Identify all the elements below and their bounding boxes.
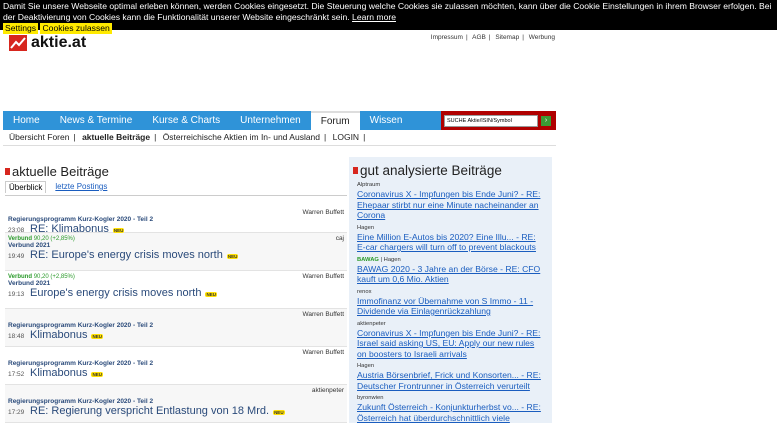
item-link[interactable]: Austria Börsenbrief, Frick und Konsorten… [357, 370, 546, 391]
item-link[interactable]: Eine Million E-Autos bis 2020? Eine Illu… [357, 232, 546, 253]
post-author[interactable]: caj [336, 235, 344, 242]
post-time: 19:13 [8, 291, 25, 298]
neu-badge: NEU [91, 372, 103, 377]
post-list: Warren Buffett Regierungsprogramm Kurz-K… [5, 195, 347, 423]
post-thread[interactable]: Verbund 2021 [8, 242, 347, 249]
nav-forum[interactable]: Forum [310, 111, 360, 130]
item-author[interactable]: renox [357, 288, 546, 296]
logo-text: aktie.at [31, 34, 87, 51]
item-ticker[interactable]: BAWAG [357, 257, 379, 263]
post-thread[interactable]: Regierungsprogramm Kurz-Kogler 2020 - Te… [8, 216, 347, 223]
item-link[interactable]: BAWAG 2020 - 3 Jahre an der Börse - RE: … [357, 264, 546, 285]
list-item[interactable]: caj Verbund 90,20 (+2,85%) Verbund 2021 … [5, 233, 347, 271]
nav-wissen[interactable]: Wissen [360, 111, 413, 130]
neu-badge: NEU [91, 334, 103, 339]
cookie-accept-button[interactable]: Cookies zulassen [40, 23, 112, 34]
nav-home[interactable]: Home [3, 111, 50, 130]
main-nav: Home News & Termine Kurse & Charts Unter… [3, 111, 556, 130]
post-title[interactable]: RE: Regierung verspricht Entlastung von … [30, 405, 269, 417]
list-item: byronwien Zukunft Österreich - Konjunktu… [349, 394, 552, 423]
post-time: 17:52 [8, 371, 25, 378]
neu-badge: NEU [205, 292, 217, 297]
list-item[interactable]: Warren Buffett Regierungsprogramm Kurz-K… [5, 347, 347, 385]
search-input[interactable] [444, 114, 538, 127]
list-item: Alptraum Coronavirus X - Impfungen bis E… [349, 181, 552, 221]
post-thread[interactable]: Regierungsprogramm Kurz-Kogler 2020 - Te… [8, 398, 347, 405]
post-author[interactable]: Warren Buffett [302, 273, 344, 280]
post-thread[interactable]: Regierungsprogramm Kurz-Kogler 2020 - Te… [8, 322, 347, 329]
toplink-sitemap[interactable]: Sitemap [495, 34, 519, 41]
post-title[interactable]: Klimabonus [30, 329, 87, 341]
item-author[interactable]: Alptraum [357, 181, 546, 189]
post-time: 18:48 [8, 333, 25, 340]
neu-badge: NEU [273, 410, 285, 415]
nav-news[interactable]: News & Termine [50, 111, 143, 130]
item-link[interactable]: Immofinanz vor Übernahme von S Immo - 11… [357, 296, 546, 317]
logo-chart-icon [9, 35, 27, 51]
post-title[interactable]: RE: Europe's energy crisis moves north [30, 249, 223, 261]
top-links: Impressum | AGB | Sitemap | Werbung [430, 34, 555, 41]
item-author[interactable]: Hagen [357, 362, 546, 370]
cookie-settings-button[interactable]: Settings [3, 23, 39, 34]
post-title[interactable]: Klimabonus [30, 367, 87, 379]
subnav-uebersicht[interactable]: Übersicht Foren [9, 132, 69, 142]
list-item[interactable]: Warren Buffett Verbund 90,20 (+2,85%) Ve… [5, 271, 347, 309]
post-author[interactable]: Warren Buffett [302, 311, 344, 318]
divider [3, 145, 556, 146]
post-time: 17:29 [8, 409, 25, 416]
list-item: renox Immofinanz vor Übernahme von S Imm… [349, 288, 552, 317]
post-author[interactable]: Warren Buffett [302, 349, 344, 356]
post-author[interactable]: aktienpeter [312, 387, 344, 394]
tab-ueberblick[interactable]: Überblick [5, 181, 47, 193]
search-go-icon[interactable]: › [541, 115, 551, 126]
post-time: 19:49 [8, 253, 25, 260]
list-item[interactable]: Warren Buffett Regierungsprogramm Kurz-K… [5, 309, 347, 347]
item-author[interactable]: Hagen [384, 257, 401, 263]
item-author-line: BAWAG | Hagen [357, 256, 401, 263]
item-author[interactable]: byronwien [357, 394, 546, 402]
post-thread[interactable]: Regierungsprogramm Kurz-Kogler 2020 - Te… [8, 360, 347, 367]
site-logo[interactable]: aktie.at [9, 34, 86, 52]
toplink-impressum[interactable]: Impressum [431, 34, 463, 41]
list-item[interactable]: aktienpeter Regierungsprogramm Kurz-Kogl… [5, 385, 347, 423]
subnav-aktuelle[interactable]: aktuelle Beiträge [82, 132, 150, 142]
search-box: › [441, 111, 556, 130]
list-item: aktienpeter Coronavirus X - Impfungen bi… [349, 320, 552, 360]
section-heading-aktuelle: aktuelle Beiträge [5, 164, 109, 179]
toplink-agb[interactable]: AGB [472, 34, 486, 41]
section-heading-gut-analysiert: gut analysierte Beiträge [353, 163, 552, 178]
list-item: Hagen Eine Million E-Autos bis 2020? Ein… [349, 224, 552, 253]
sub-nav: Übersicht Foren | aktuelle Beiträge | Öste… [9, 132, 366, 142]
item-link[interactable]: Coronavirus X - Impfungen bis Ende Juni?… [357, 328, 546, 360]
neu-badge: NEU [226, 254, 239, 259]
subnav-oesterreich[interactable]: Österreichische Aktien im In- und Auslan… [163, 132, 320, 142]
cookie-banner: Damit Sie unsere Webseite optimal erlebe… [0, 0, 777, 34]
heading-text: gut analysierte Beiträge [360, 163, 502, 178]
toplink-werbung[interactable]: Werbung [529, 34, 555, 41]
list-item[interactable]: Warren Buffett Regierungsprogramm Kurz-K… [5, 196, 347, 235]
item-author[interactable]: aktienpeter [357, 320, 546, 328]
tab-letzte-postings[interactable]: letzte Postings [52, 181, 110, 193]
subnav-login[interactable]: LOGIN [333, 132, 359, 142]
post-title[interactable]: Europe's energy crisis moves north [30, 287, 201, 299]
nav-kurse[interactable]: Kurse & Charts [142, 111, 230, 130]
nav-unternehmen[interactable]: Unternehmen [230, 111, 311, 130]
heading-marker-icon [5, 168, 10, 175]
heading-text: aktuelle Beiträge [12, 164, 109, 179]
item-link[interactable]: Coronavirus X - Impfungen bis Ende Juni?… [357, 189, 546, 221]
learn-more-link[interactable]: Learn more [352, 12, 396, 22]
list-item: BAWAG | Hagen BAWAG 2020 - 3 Jahre an de… [349, 256, 552, 285]
post-thread[interactable]: Verbund 2021 [8, 280, 347, 287]
post-tabs: Überblick letzte Postings [5, 181, 110, 193]
item-author[interactable]: Hagen [357, 224, 546, 232]
list-item: Hagen Austria Börsenbrief, Frick und Kon… [349, 362, 552, 391]
item-link[interactable]: Zukunft Österreich - Konjunkturherbst vo… [357, 402, 546, 423]
post-author[interactable]: Warren Buffett [302, 209, 344, 216]
analyzed-posts-panel: gut analysierte Beiträge Alptraum Corona… [349, 157, 552, 423]
heading-marker-icon [353, 167, 358, 174]
